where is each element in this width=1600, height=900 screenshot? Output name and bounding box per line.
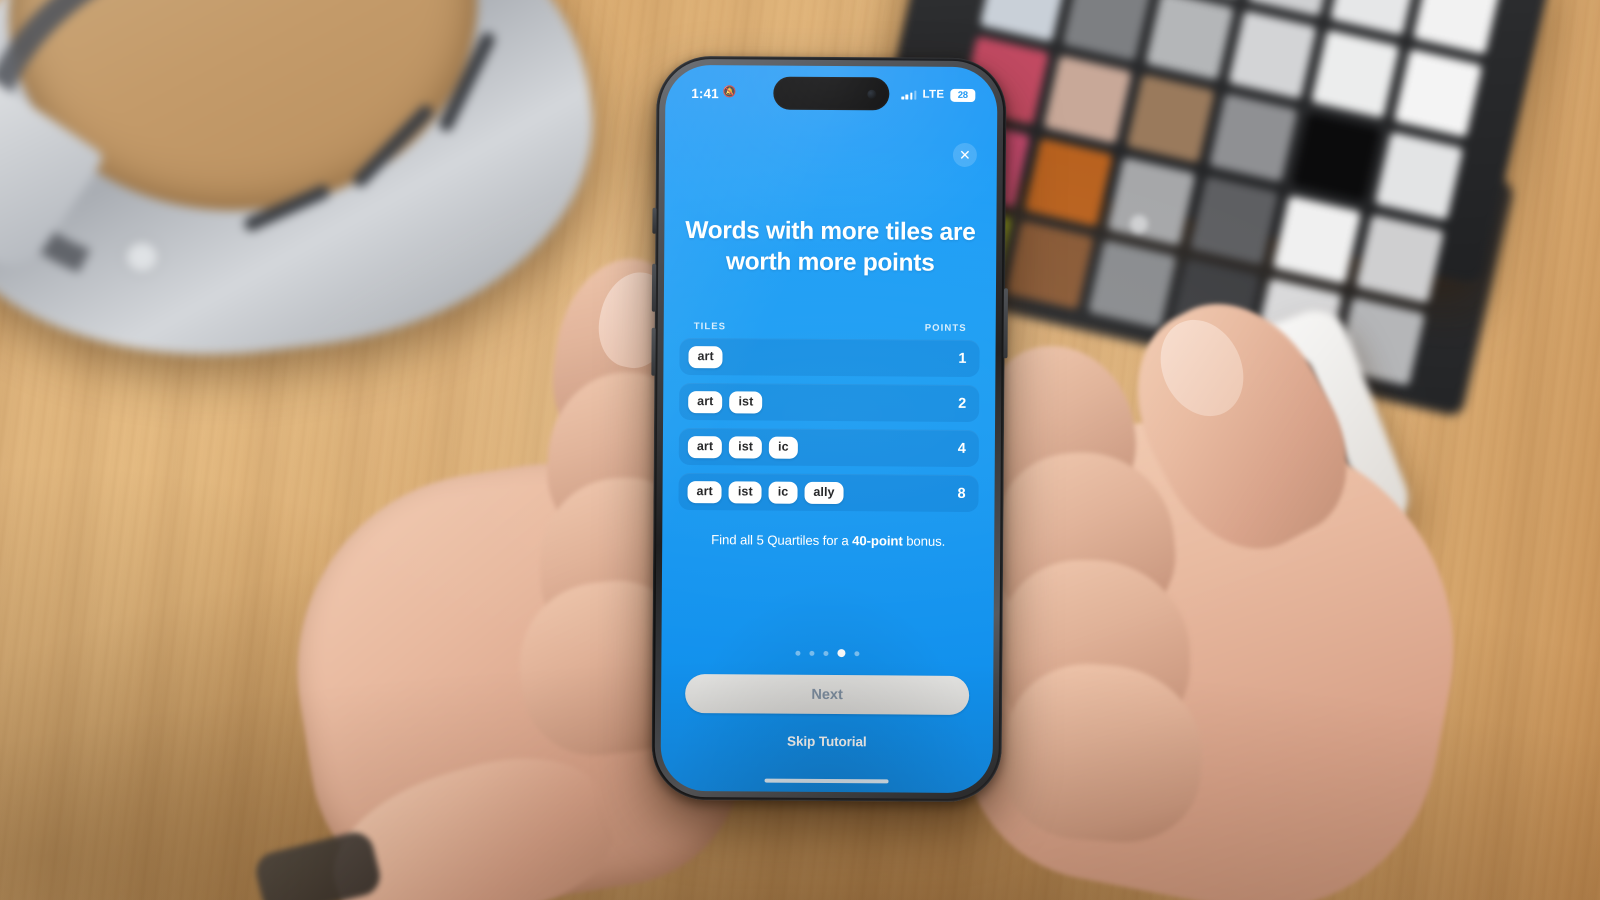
color-patch (1291, 112, 1381, 202)
color-patch (979, 0, 1069, 42)
table-rows: art 1 art ist 2 art ist ic 4 art ist ic ally 8 (678, 338, 980, 513)
word-tile: ist (729, 435, 763, 459)
bonus-suffix: bonus. (902, 533, 946, 550)
color-patch (1062, 0, 1152, 62)
status-bar-right: LTE 28 (901, 88, 976, 102)
bonus-prefix: Find all 5 Quartiles for a (711, 532, 853, 549)
color-patch (1310, 29, 1400, 119)
front-camera-icon (867, 89, 877, 99)
page-dot[interactable] (809, 650, 815, 656)
color-patch (1272, 195, 1362, 285)
word-tile: ist (728, 480, 762, 504)
close-button[interactable]: ✕ (952, 142, 978, 168)
column-header-points: POINTS (924, 322, 967, 335)
tutorial-content: Words with more tiles are worth more poi… (662, 215, 996, 550)
table-header: TILES POINTS (680, 321, 980, 340)
page-dot-active[interactable] (837, 649, 846, 658)
skip-tutorial-button[interactable]: Skip Tutorial (661, 733, 993, 750)
word-tile: ic (768, 481, 798, 504)
table-row: art ist ic ally 8 (678, 473, 979, 513)
color-patch (1374, 131, 1464, 221)
dynamic-island (773, 76, 890, 111)
tile-group: art (688, 345, 723, 369)
status-time: 1:41 (691, 85, 719, 101)
word-tile: art (687, 480, 722, 504)
points-value: 1 (958, 350, 967, 367)
volume-down-button[interactable] (651, 327, 656, 376)
column-header-tiles: TILES (693, 321, 727, 333)
next-button[interactable]: Next (685, 674, 970, 715)
bell-slash-icon: 🔕 (722, 85, 737, 98)
color-patch (1208, 93, 1298, 183)
page-dot[interactable] (854, 650, 860, 656)
photo-scene: 1:41 🔕 LTE 28 ✕ Words with more tiles ar… (0, 0, 1600, 900)
battery-indicator: 28 (950, 88, 976, 102)
color-patch (1412, 0, 1502, 55)
table-row: art 1 (679, 338, 980, 378)
word-tile: ic (768, 436, 798, 459)
points-value: 2 (958, 395, 967, 412)
cellular-signal-icon (901, 89, 917, 100)
home-indicator[interactable] (764, 778, 889, 784)
color-patch (1330, 0, 1419, 36)
table-row: art ist ic 4 (678, 428, 979, 468)
color-patch (1024, 137, 1113, 227)
points-value: 8 (957, 485, 966, 502)
color-patch (1043, 55, 1133, 144)
tile-group: art ist (688, 390, 763, 414)
word-tile: art (687, 435, 723, 459)
page-dot[interactable] (795, 650, 801, 656)
bonus-text: Find all 5 Quartiles for a 40-point bonu… (678, 532, 978, 549)
color-checker-hole (1130, 215, 1148, 233)
status-bar-left: 1:41 🔕 (691, 86, 736, 101)
silver-headphones (0, 0, 630, 400)
page-dot[interactable] (823, 650, 829, 656)
phone-screen: 1:41 🔕 LTE 28 ✕ Words with more tiles ar… (660, 64, 998, 794)
word-tile: art (688, 390, 723, 414)
volume-up-button[interactable] (651, 263, 657, 312)
word-tile: ist (729, 390, 763, 414)
power-button[interactable] (1003, 288, 1008, 359)
mute-switch[interactable] (652, 207, 657, 234)
network-type-label: LTE (922, 88, 945, 101)
scoring-table: TILES POINTS art 1 art ist 2 art ist ic 4 art ist i… (678, 321, 980, 513)
page-title: Words with more tiles are worth more poi… (685, 216, 976, 277)
bonus-highlight: 40-point (852, 533, 903, 549)
color-patch (1228, 10, 1317, 100)
word-tile: ally (804, 481, 844, 504)
page-indicator[interactable] (661, 648, 993, 658)
tile-group: art ist ic (687, 435, 798, 459)
color-patch (1145, 0, 1235, 81)
tile-group: art ist ic ally (687, 480, 844, 504)
word-tile: art (688, 345, 723, 369)
color-patch (1189, 176, 1279, 265)
color-patch (1393, 48, 1483, 138)
color-patch (1107, 157, 1196, 246)
iphone-device: 1:41 🔕 LTE 28 ✕ Words with more tiles ar… (651, 55, 1008, 803)
color-patch (1126, 74, 1215, 164)
points-value: 4 (957, 440, 966, 457)
table-row: art ist 2 (679, 383, 980, 423)
